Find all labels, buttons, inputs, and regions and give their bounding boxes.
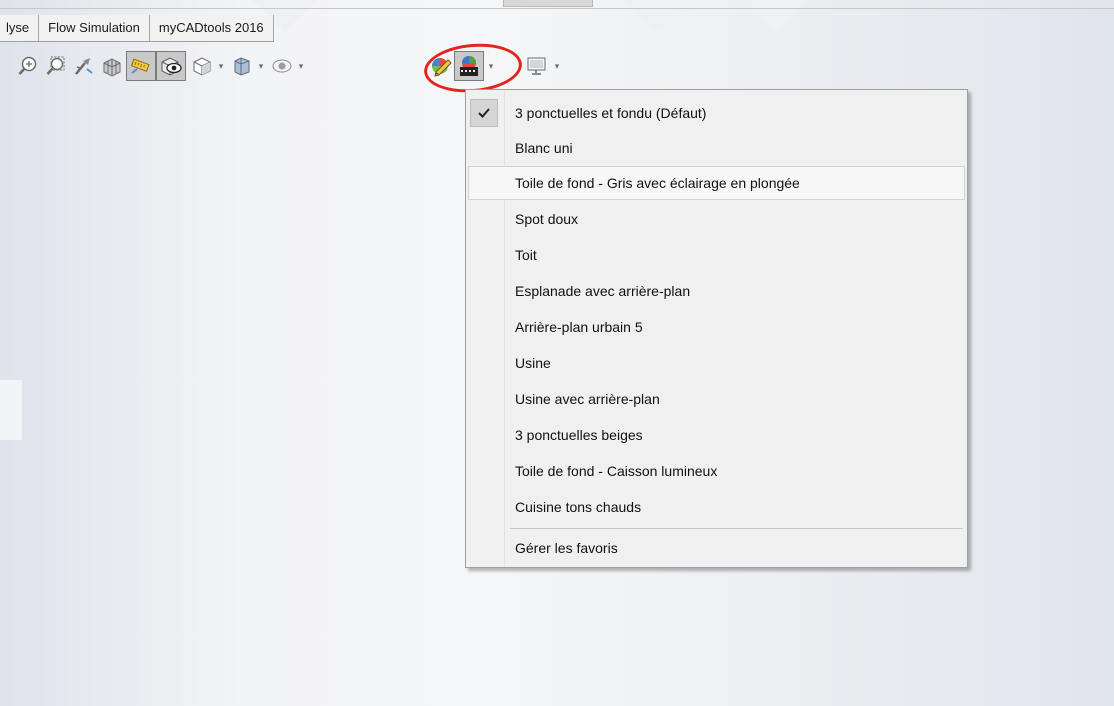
menu-item-scene[interactable]: Spot doux [468, 202, 965, 236]
menu-item-scene[interactable]: Usine [468, 346, 965, 380]
appearance-dropdown-arrow[interactable]: ▾ [296, 51, 306, 81]
menu-item-label: Usine avec arrière-plan [515, 391, 660, 407]
hide-show-dropdown-arrow[interactable]: ▾ [256, 51, 266, 81]
section-view-icon[interactable] [98, 51, 126, 81]
hide-show-items-icon[interactable] [228, 51, 256, 81]
menu-item-scene[interactable]: Toile de fond - Gris avec éclairage en p… [468, 166, 965, 200]
zoom-to-area-icon[interactable] [42, 51, 70, 81]
menu-item-label: Cuisine tons chauds [515, 499, 642, 515]
dynamic-annotation-views-icon[interactable] [126, 51, 156, 81]
menu-item-scene[interactable]: Toile de fond - Caisson lumineux [468, 454, 965, 488]
background-watermark [612, 0, 698, 33]
menu-item-label: Arrière-plan urbain 5 [515, 319, 643, 335]
menu-item-label: Spot doux [515, 211, 579, 227]
menu-item-scene[interactable]: 3 ponctuelles et fondu (Défaut) [468, 96, 965, 130]
annotation-circle [422, 39, 524, 97]
menu-item-scene[interactable]: Arrière-plan urbain 5 [468, 310, 965, 344]
view-settings-icon[interactable] [524, 51, 552, 81]
display-style-dropdown-arrow[interactable]: ▾ [216, 51, 226, 81]
menu-item-label: 3 ponctuelles beiges [515, 427, 643, 443]
menu-item-scene[interactable]: Esplanade avec arrière-plan [468, 274, 965, 308]
scrollbar-thumb[interactable] [503, 0, 593, 7]
zoom-to-fit-icon[interactable] [14, 51, 42, 81]
menu-item-scene[interactable]: Toit [468, 238, 965, 272]
menu-separator [510, 528, 963, 529]
menu-item-label: Gérer les favoris [515, 540, 618, 556]
background-watermark [0, 380, 22, 440]
check-mark-icon [470, 99, 498, 127]
menu-item-label: Blanc uni [515, 140, 573, 156]
menu-item-scene[interactable]: 3 ponctuelles beiges [468, 418, 965, 452]
menu-item-label: Usine [515, 355, 551, 371]
tab-analyse[interactable]: lyse [0, 15, 40, 41]
edit-appearance-icon[interactable] [268, 51, 296, 81]
menu-item-label: Toit [515, 247, 537, 263]
divider [0, 8, 1114, 9]
display-style-icon[interactable] [188, 51, 216, 81]
menu-item-scene[interactable]: Usine avec arrière-plan [468, 382, 965, 416]
scene-dropdown-menu: 3 ponctuelles et fondu (Défaut) Blanc un… [465, 89, 968, 568]
previous-view-icon[interactable] [70, 51, 98, 81]
command-manager-tabs: lyse Flow Simulation myCADtools 2016 [0, 15, 274, 42]
menu-item-scene[interactable]: Blanc uni [468, 131, 965, 165]
background-watermark [732, 0, 818, 33]
menu-item-manage-favorites[interactable]: Gérer les favoris [468, 531, 965, 565]
tab-mycadtools[interactable]: myCADtools 2016 [149, 15, 274, 41]
menu-item-label: Esplanade avec arrière-plan [515, 283, 691, 299]
menu-item-label: Toile de fond - Caisson lumineux [515, 463, 718, 479]
tab-flow-simulation[interactable]: Flow Simulation [39, 15, 150, 41]
menu-item-scene[interactable]: Cuisine tons chauds [468, 490, 965, 524]
menu-item-label: 3 ponctuelles et fondu (Défaut) [515, 105, 707, 121]
menu-item-label: Toile de fond - Gris avec éclairage en p… [515, 175, 800, 191]
view-settings-dropdown-arrow[interactable]: ▾ [552, 51, 562, 81]
view-orientation-icon[interactable] [156, 51, 186, 81]
